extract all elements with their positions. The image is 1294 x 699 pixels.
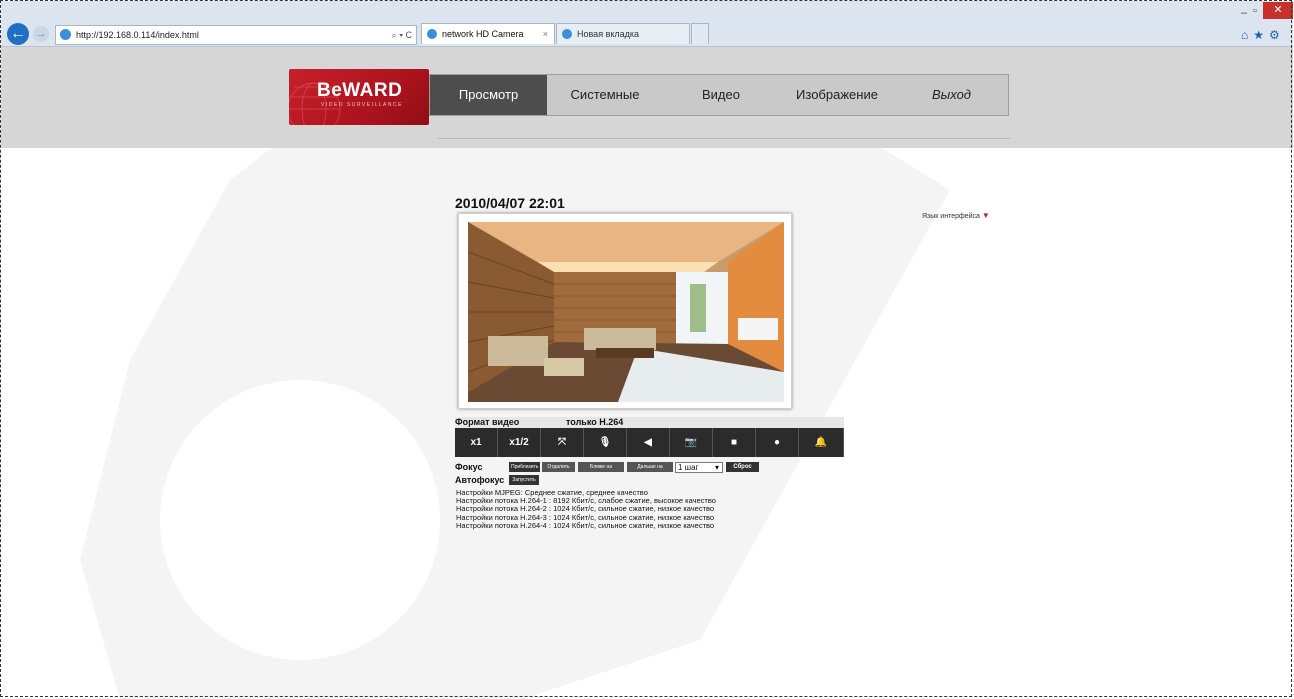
tab-network-hd-camera[interactable]: network HD Camera ×: [421, 23, 555, 44]
address-url[interactable]: http://192.168.0.114/index.html: [76, 26, 199, 44]
minimize-icon[interactable]: –: [1241, 7, 1247, 19]
focus-nearer-button[interactable]: Ближе на: [578, 462, 624, 472]
camera-image: [468, 222, 784, 402]
video-format-bar: Формат видео только H.264: [455, 417, 844, 428]
video-format-label: Формат видео: [455, 417, 520, 427]
menu-item-view[interactable]: Просмотр: [430, 75, 547, 115]
stop-icon[interactable]: ■: [713, 428, 756, 457]
header-divider: [438, 138, 1010, 139]
stream-settings-list: Настройки MJPEG: Среднее сжатие, среднее…: [456, 488, 716, 530]
focus-reset-button[interactable]: Сброс: [726, 462, 759, 472]
beward-logo[interactable]: BeWARD VIDEO SURVEILLANCE: [289, 69, 429, 125]
speaker-icon[interactable]: ◀: [627, 428, 670, 457]
tab-title: Новая вкладка: [577, 29, 640, 39]
video-preview[interactable]: [458, 213, 792, 409]
close-window-icon[interactable]: ✕: [1263, 2, 1293, 19]
main-content: 2010/04/07 22:01 Язык интерфейса ▼ Форма…: [0, 148, 1294, 699]
autofocus-label: Автофокус: [455, 475, 505, 485]
search-refresh-icon[interactable]: ⌕ ▾ C: [392, 26, 412, 44]
menu-item-system[interactable]: Системные: [547, 75, 663, 115]
chevron-down-icon: ▾: [714, 463, 719, 472]
ie-icon: [427, 29, 437, 39]
language-label: Язык интерфейса: [922, 213, 980, 220]
stream-setting-line: Настройки потока H.264-4 : 1024 Кбит/с, …: [456, 520, 715, 530]
focus-zoom-in-button[interactable]: Приблизить: [509, 462, 540, 472]
camera-datetime: 2010/04/07 22:01: [455, 195, 565, 211]
zoom-x1-button[interactable]: x1: [455, 428, 498, 457]
back-button[interactable]: ←: [7, 23, 29, 45]
focus-step-value: 1 шаг: [678, 463, 699, 472]
control-button-row: x1 x1/2 ⤧ 🎙 ◀ 📷 ■ ● 🔔: [455, 428, 844, 457]
dropdown-arrow-icon[interactable]: ▼: [982, 211, 990, 220]
focus-step-select[interactable]: 1 шаг ▾: [675, 462, 723, 473]
maximize-icon[interactable]: ▫: [1253, 5, 1257, 17]
focus-farther-button[interactable]: Дальше на: [627, 462, 673, 472]
close-tab-icon[interactable]: ×: [543, 24, 548, 45]
alarm-bell-icon[interactable]: 🔔: [799, 428, 844, 457]
fullscreen-icon[interactable]: ⤧: [541, 428, 584, 457]
new-tab-button[interactable]: [691, 23, 709, 44]
zoom-half-button[interactable]: x1/2: [498, 428, 541, 457]
record-icon[interactable]: ●: [756, 428, 799, 457]
tab-title: network HD Camera: [442, 29, 524, 39]
video-format-value: только H.264: [566, 417, 624, 427]
snapshot-icon[interactable]: 📷: [670, 428, 713, 457]
microphone-icon[interactable]: 🎙: [584, 428, 627, 457]
forward-button[interactable]: →: [33, 26, 49, 42]
autofocus-start-button[interactable]: Запустить: [509, 475, 539, 485]
address-bar[interactable]: http://192.168.0.114/index.html ⌕ ▾ C: [55, 25, 417, 45]
logo-brand-text: BeWARD: [317, 80, 403, 101]
tab-new-tab[interactable]: Новая вкладка: [556, 23, 690, 44]
main-menu: Просмотр Системные Видео Изображение Вых…: [429, 74, 1009, 116]
ie-icon: [562, 29, 572, 39]
menu-item-video[interactable]: Видео: [663, 75, 779, 115]
ie-icon: [60, 29, 71, 40]
logo-subtitle: VIDEO SURVEILLANCE: [321, 102, 403, 108]
page-header: BeWARD VIDEO SURVEILLANCE Просмотр Систе…: [1, 46, 1293, 148]
language-selector[interactable]: Язык интерфейса ▼: [922, 211, 990, 220]
focus-zoom-out-button[interactable]: Отдалить: [542, 462, 575, 472]
menu-item-image[interactable]: Изображение: [779, 75, 895, 115]
menu-item-exit[interactable]: Выход: [895, 75, 1008, 115]
browser-toolbar: ← → http://192.168.0.114/index.html ⌕ ▾ …: [1, 1, 1293, 47]
focus-label: Фокус: [455, 462, 483, 472]
home-favorites-settings-icon[interactable]: ⌂★⚙: [1241, 28, 1285, 42]
